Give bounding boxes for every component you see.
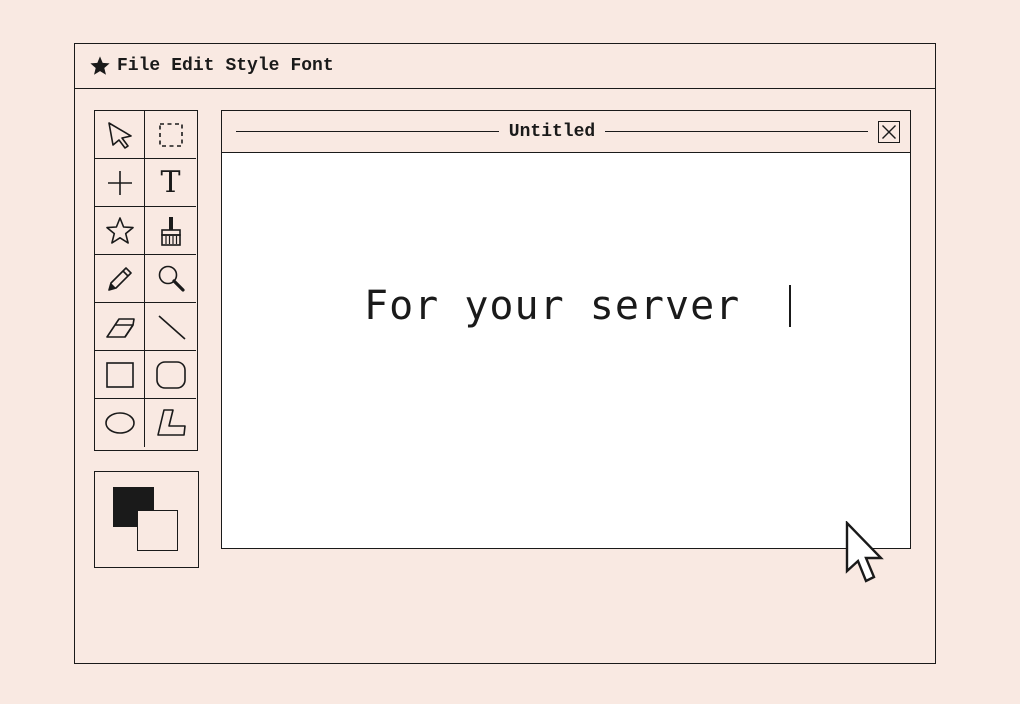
star-icon[interactable] [89,55,111,77]
tool-palette: T [94,110,198,451]
mouse-pointer-icon [845,521,884,583]
color-selector [94,471,199,568]
text-caret [789,285,791,327]
tool-text[interactable]: T [145,159,196,207]
pencil-icon [107,266,132,291]
tool-select-arrow[interactable] [95,111,145,159]
document-titlebar[interactable]: Untitled [222,111,910,153]
close-icon [882,124,897,139]
menu-file[interactable]: File [117,56,160,76]
star-outline-icon [105,216,134,244]
drawing-canvas[interactable]: For your server [222,153,910,548]
document-window: Untitled For your server [221,110,911,549]
paint-app-window: File Edit Style Font T Untitled For your… [74,43,936,664]
rounded-rectangle-icon [155,360,186,389]
menu-bar: File Edit Style Font [75,44,935,89]
tool-ellipse[interactable] [95,399,145,447]
tool-eraser[interactable] [95,303,145,351]
magnifier-icon [158,265,185,292]
tool-rectangle[interactable] [95,351,145,399]
polygon-icon [156,409,186,436]
arrow-pointer-icon [107,121,132,149]
plus-icon [107,170,132,195]
tool-line[interactable] [145,303,196,351]
titlebar-rule-right [605,131,869,132]
rectangle-icon [105,361,134,388]
tool-paint-brush[interactable] [145,207,196,255]
dashed-rectangle-icon [158,122,183,147]
tool-rounded-rectangle[interactable] [145,351,196,399]
line-icon [157,314,186,340]
menu-style[interactable]: Style [225,56,279,76]
tool-star-shape[interactable] [95,207,145,255]
text-t-icon: T [160,164,181,200]
tool-polygon[interactable] [145,399,196,447]
brush-icon [160,216,181,246]
menu-edit[interactable]: Edit [171,56,214,76]
tool-zoom[interactable] [145,255,196,303]
tool-pencil[interactable] [95,255,145,303]
background-color-swatch[interactable] [137,510,178,551]
tool-marquee-select[interactable] [145,111,196,159]
canvas-text[interactable]: For your server [364,283,740,329]
ellipse-icon [104,412,135,434]
titlebar-rule-left [236,131,499,132]
eraser-icon [105,317,135,338]
menu-font[interactable]: Font [290,56,333,76]
close-button[interactable] [878,120,901,143]
document-title: Untitled [508,121,596,142]
tool-crosshair[interactable] [95,159,145,207]
